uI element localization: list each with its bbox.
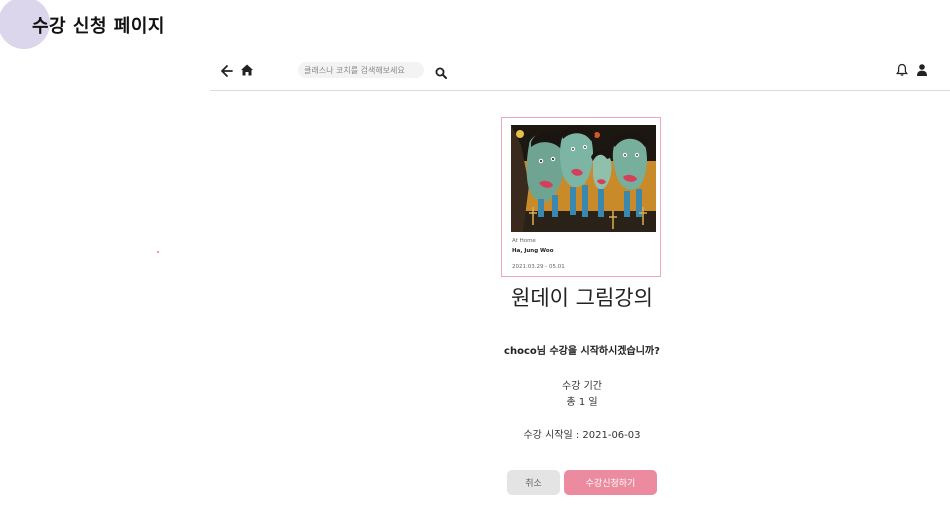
stray-dot	[157, 251, 159, 253]
class-card[interactable]: At Home Ha, Jung Woo 2021.03.29 - 05.01	[501, 117, 661, 277]
card-artist-name: Ha, Jung Woo	[512, 248, 554, 254]
card-date-range: 2021.03.29 - 05.01	[512, 264, 565, 270]
search-icon[interactable]	[435, 64, 447, 79]
class-artwork-image	[511, 125, 656, 232]
page-title: 수강 신청 페이지	[32, 16, 165, 37]
bell-icon[interactable]	[896, 62, 908, 76]
start-date: 수강 시작일 : 2021-06-03	[523, 430, 641, 441]
apply-button[interactable]: 수강신청하기	[564, 470, 657, 495]
user-icon[interactable]	[916, 62, 928, 76]
card-subtitle: At Home	[512, 238, 536, 244]
page: 수강 신청 페이지 클래스나 코치를 검색해보세요 At Home Ha, Ju…	[0, 0, 950, 507]
cancel-button[interactable]: 취소	[507, 470, 560, 495]
course-title: 원데이 그림강의	[511, 286, 653, 310]
search-input[interactable]	[298, 62, 424, 78]
home-icon[interactable]	[240, 62, 254, 76]
enroll-confirm-question: choco님 수강을 시작하시겠습니까?	[504, 346, 660, 357]
top-nav-bar	[210, 56, 950, 91]
period-label: 수강 기간	[562, 381, 602, 392]
period-value: 총 1 일	[566, 397, 598, 408]
back-arrow-icon[interactable]	[220, 63, 234, 77]
